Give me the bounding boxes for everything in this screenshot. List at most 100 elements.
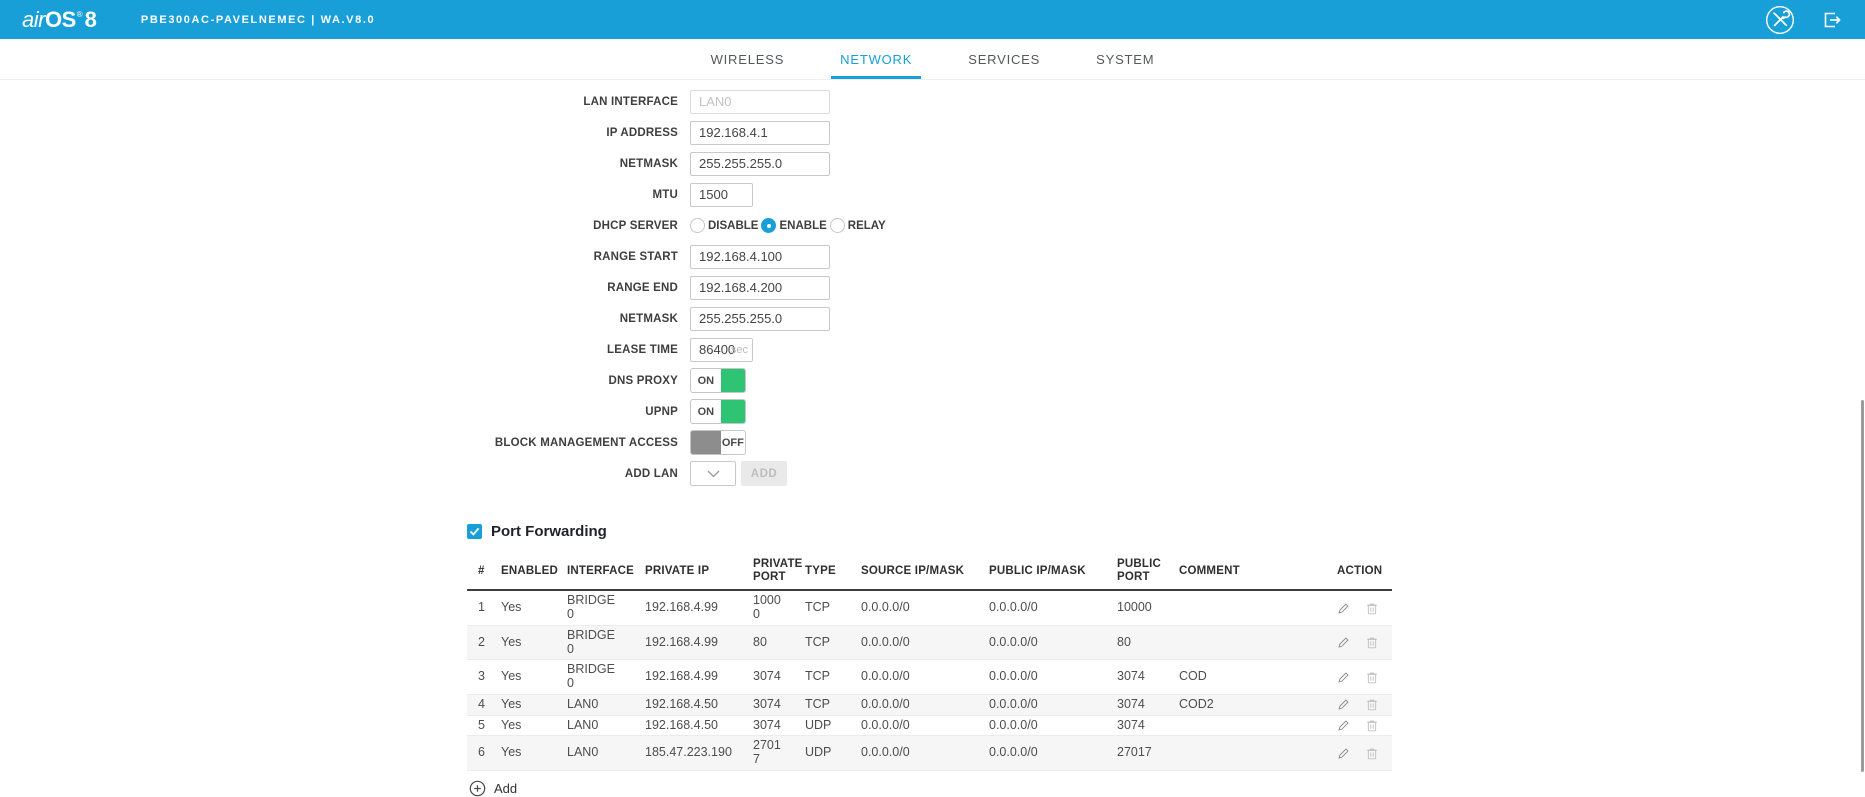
radio-circle-checked-icon	[761, 218, 776, 233]
port-forwarding-header: Port Forwarding	[467, 523, 1392, 540]
port-forwarding-title: Port Forwarding	[491, 523, 607, 540]
netmask-row: NETMASK	[0, 148, 889, 179]
radio-circle-icon	[690, 218, 705, 233]
tools-icon[interactable]	[1765, 5, 1795, 35]
table-header-row: # ENABLED INTERFACE PRIVATE IP PRIVATE P…	[467, 555, 1392, 590]
tab-services[interactable]: SERVICES	[959, 39, 1049, 79]
block-management-access-row: BLOCK MANAGEMENT ACCESS OFF	[0, 427, 889, 458]
toggle-fill	[691, 431, 721, 454]
add-lan-label: ADD LAN	[0, 468, 690, 480]
edit-icon[interactable]	[1337, 602, 1350, 615]
check-icon	[469, 527, 480, 536]
col-interface: INTERFACE	[567, 555, 645, 590]
range-start-field[interactable]	[690, 245, 830, 269]
table-row: 4 Yes LAN0 192.168.4.50 3074 TCP 0.0.0.0…	[467, 694, 1392, 715]
lease-time-label: LEASE TIME	[0, 344, 690, 356]
radio-circle-icon	[830, 218, 845, 233]
lan-interface-row: LAN INTERFACE	[0, 86, 889, 117]
lan-interface-field	[690, 90, 830, 114]
edit-icon[interactable]	[1337, 671, 1350, 684]
port-forwarding-section: Port Forwarding # ENABLED INTERFACE PRIV…	[467, 523, 1392, 797]
upnp-toggle[interactable]: ON	[690, 399, 746, 424]
airos-logo: airOS®8	[22, 9, 97, 31]
lan-interface-label: LAN INTERFACE	[0, 96, 690, 108]
col-num: #	[467, 555, 501, 590]
logo-air: air	[22, 9, 45, 31]
block-management-access-toggle[interactable]: OFF	[690, 430, 746, 455]
table-row: 5 Yes LAN0 192.168.4.50 3074 UDP 0.0.0.0…	[467, 715, 1392, 736]
lan-settings-form: LAN INTERFACE IP ADDRESS NETMASK MTU DHC…	[0, 86, 889, 489]
lease-time-field[interactable]	[690, 338, 753, 362]
dns-proxy-row: DNS PROXY ON	[0, 365, 889, 396]
col-private-ip: PRIVATE IP	[645, 555, 753, 590]
table-row: 3 Yes BRIDGE0 192.168.4.99 3074 TCP 0.0.…	[467, 660, 1392, 695]
dhcp-relay-radio[interactable]: RELAY	[830, 218, 886, 233]
col-public-port: PUBLIC PORT	[1117, 555, 1179, 590]
ip-address-row: IP ADDRESS	[0, 117, 889, 148]
dns-proxy-toggle[interactable]: ON	[690, 368, 746, 393]
delete-icon[interactable]	[1366, 747, 1378, 760]
range-end-label: RANGE END	[0, 282, 690, 294]
range-start-row: RANGE START	[0, 241, 889, 272]
delete-icon[interactable]	[1366, 698, 1378, 711]
ip-address-label: IP ADDRESS	[0, 127, 690, 139]
logo-os: OS	[45, 9, 76, 31]
chevron-down-icon	[707, 470, 720, 478]
add-lan-button[interactable]: ADD	[741, 461, 787, 486]
netmask-label: NETMASK	[0, 158, 690, 170]
table-row: 1 Yes BRIDGE0 192.168.4.99 10000 TCP 0.0…	[467, 590, 1392, 625]
upnp-label: UPNP	[0, 406, 690, 418]
range-end-row: RANGE END	[0, 272, 889, 303]
col-enabled: ENABLED	[501, 555, 567, 590]
ip-address-field[interactable]	[690, 121, 830, 145]
dhcp-netmask-label: NETMASK	[0, 313, 690, 325]
logo-edition: 8	[85, 9, 97, 31]
delete-icon[interactable]	[1366, 671, 1378, 684]
table-row: 6 Yes LAN0 185.47.223.190 27017 UDP 0.0.…	[467, 736, 1392, 771]
mtu-field[interactable]	[690, 183, 753, 207]
delete-icon[interactable]	[1366, 719, 1378, 732]
dhcp-server-row: DHCP SERVER DISABLE ENABLE RELAY	[0, 210, 889, 241]
dns-proxy-label: DNS PROXY	[0, 375, 690, 387]
vertical-scrollbar[interactable]	[1861, 400, 1864, 772]
tab-system[interactable]: SYSTEM	[1087, 39, 1163, 79]
device-name: PBE300AC-PAVELNEMEC | WA.V8.0	[141, 14, 375, 26]
upnp-row: UPNP ON	[0, 396, 889, 427]
tab-network[interactable]: NETWORK	[831, 39, 921, 79]
col-source-ip-mask: SOURCE IP/MASK	[861, 555, 989, 590]
dhcp-server-radio-group: DISABLE ENABLE RELAY	[690, 218, 889, 233]
tab-wireless[interactable]: WIRELESS	[702, 39, 794, 79]
add-lan-row: ADD LAN ADD	[0, 458, 889, 489]
netmask-field[interactable]	[690, 152, 830, 176]
col-private-port: PRIVATE PORT	[753, 555, 805, 590]
lease-time-row: LEASE TIME sec	[0, 334, 889, 365]
topbar-actions	[1765, 5, 1845, 35]
col-action: ACTION	[1323, 555, 1392, 590]
dhcp-netmask-row: NETMASK	[0, 303, 889, 334]
block-management-access-label: BLOCK MANAGEMENT ACCESS	[0, 437, 690, 449]
mtu-label: MTU	[0, 189, 690, 201]
toggle-fill	[721, 369, 745, 392]
port-forwarding-checkbox[interactable]	[467, 524, 482, 539]
dhcp-netmask-field[interactable]	[690, 307, 830, 331]
dhcp-server-label: DHCP SERVER	[0, 220, 690, 232]
edit-icon[interactable]	[1337, 747, 1350, 760]
plus-circle-icon	[469, 780, 486, 797]
edit-icon[interactable]	[1337, 636, 1350, 649]
range-start-label: RANGE START	[0, 251, 690, 263]
dhcp-disable-radio[interactable]: DISABLE	[690, 218, 758, 233]
port-forwarding-table: # ENABLED INTERFACE PRIVATE IP PRIVATE P…	[467, 555, 1392, 771]
edit-icon[interactable]	[1337, 719, 1350, 732]
logo-registered-mark: ®	[77, 11, 83, 19]
delete-icon[interactable]	[1366, 636, 1378, 649]
table-row: 2 Yes BRIDGE0 192.168.4.99 80 TCP 0.0.0.…	[467, 625, 1392, 660]
dhcp-enable-radio[interactable]: ENABLE	[761, 218, 826, 233]
add-lan-select[interactable]	[690, 461, 736, 486]
logout-icon[interactable]	[1819, 7, 1845, 33]
delete-icon[interactable]	[1366, 602, 1378, 615]
edit-icon[interactable]	[1337, 698, 1350, 711]
mtu-row: MTU	[0, 179, 889, 210]
add-rule-button[interactable]: Add	[467, 780, 537, 797]
range-end-field[interactable]	[690, 276, 830, 300]
toggle-fill	[721, 400, 745, 423]
